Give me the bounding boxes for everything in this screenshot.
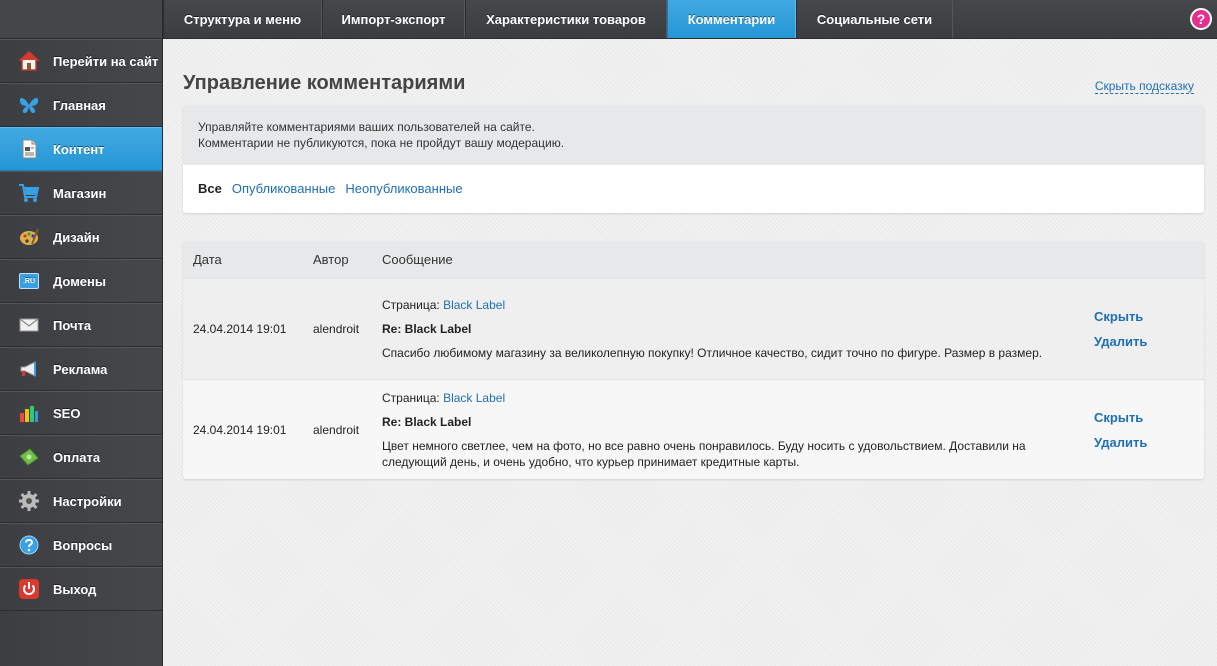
help-icon: ? — [1196, 11, 1206, 27]
comment-page-label: Страница: — [382, 298, 440, 312]
domain-icon: .RU — [18, 270, 40, 292]
sidebar-header — [0, 0, 162, 39]
sidebar-item-advertising[interactable]: Реклама — [0, 347, 162, 391]
sidebar-item-label: Магазин — [53, 185, 107, 201]
delete-comment-button[interactable]: Удалить — [1094, 435, 1204, 450]
tab-comments[interactable]: Комментарии — [667, 0, 796, 38]
sidebar-item-settings[interactable]: Настройки — [0, 479, 162, 523]
sidebar-item-mail[interactable]: Почта — [0, 303, 162, 347]
comment-author: alendroit — [313, 422, 360, 437]
sidebar-item-domains[interactable]: .RU Домены — [0, 259, 162, 303]
comment-message: Страница: Black Label Re: Black Label Сп… — [382, 297, 1094, 361]
column-header-date: Дата — [193, 252, 222, 267]
tab-structure-menu[interactable]: Структура и меню — [163, 0, 322, 38]
cart-icon — [18, 182, 40, 204]
top-navigation: Структура и меню Импорт-экспорт Характер… — [163, 0, 1217, 39]
tab-product-characteristics[interactable]: Характеристики товаров — [465, 0, 667, 38]
column-header-message: Сообщение — [382, 252, 453, 267]
help-button[interactable]: ? — [1190, 8, 1212, 30]
comment-actions: Скрыть Удалить — [1094, 309, 1204, 349]
comment-page-link[interactable]: Black Label — [443, 391, 505, 405]
sidebar-item-label: Реклама — [53, 361, 108, 377]
sidebar-item-payment[interactable]: Оплата — [0, 435, 162, 479]
comment-actions: Скрыть Удалить — [1094, 410, 1204, 450]
hint-text: Управляйте комментариями ваших пользоват… — [183, 105, 1204, 165]
sidebar-item-design[interactable]: Дизайн — [0, 215, 162, 259]
sidebar-item-content[interactable]: Контент — [0, 127, 162, 171]
tab-social-networks[interactable]: Социальные сети — [796, 0, 953, 38]
comment-title: Re: Black Label — [382, 322, 472, 336]
palette-icon — [18, 226, 40, 248]
hide-comment-button[interactable]: Скрыть — [1094, 410, 1204, 425]
page-title: Управление комментариями — [183, 72, 466, 94]
sidebar: Перейти на сайт Главная Контент Магазин … — [0, 0, 163, 666]
table-row: 24.04.2014 19:01 alendroit Страница: Bla… — [183, 278, 1204, 379]
main-content: Управление комментариями Скрыть подсказк… — [163, 39, 1217, 666]
sidebar-item-label: Главная — [53, 97, 106, 113]
hint-line: Комментарии не публикуются, пока не прой… — [198, 136, 565, 150]
sidebar-item-label: Контент — [53, 141, 105, 157]
sidebar-item-label: Домены — [53, 273, 106, 289]
filter-all[interactable]: Все — [198, 181, 222, 196]
table-row: 24.04.2014 19:01 alendroit Страница: Bla… — [183, 379, 1204, 479]
sidebar-item-go-to-site[interactable]: Перейти на сайт — [0, 39, 162, 83]
question-icon — [18, 534, 40, 556]
comment-filters: Все Опубликованные Неопубликованные — [183, 165, 1204, 212]
sidebar-item-logout[interactable]: Выход — [0, 567, 162, 611]
bars-icon — [18, 402, 40, 424]
sidebar-item-shop[interactable]: Магазин — [0, 171, 162, 215]
comment-date: 24.04.2014 19:01 — [193, 422, 287, 437]
comment-page: Страница: Black Label — [382, 390, 1080, 406]
hide-hint-link[interactable]: Скрыть подсказку — [1094, 79, 1194, 94]
tab-import-export[interactable]: Импорт-экспорт — [322, 0, 465, 38]
money-icon — [18, 446, 40, 468]
sidebar-item-label: SEO — [53, 405, 81, 421]
power-icon — [18, 578, 40, 600]
table-header: Дата Автор Сообщение — [183, 241, 1204, 278]
comment-text: Цвет немного светлее, чем на фото, но вс… — [382, 438, 1026, 469]
comment-page-link[interactable]: Black Label — [443, 298, 505, 312]
domain-icon-badge: .RU — [19, 273, 39, 289]
sidebar-item-label: Вопросы — [53, 537, 113, 553]
comment-page: Страница: Black Label — [382, 297, 1080, 313]
sidebar-item-label: Почта — [53, 317, 92, 333]
comment-page-label: Страница: — [382, 390, 440, 405]
comment-text: Спасибо любимому магазину за великолепну… — [382, 346, 1043, 360]
filter-published[interactable]: Опубликованные — [232, 181, 336, 196]
home-icon — [18, 50, 40, 72]
sidebar-item-questions[interactable]: Вопросы — [0, 523, 162, 567]
butterfly-icon — [18, 94, 40, 116]
column-header-author: Автор — [313, 252, 349, 267]
sidebar-item-label: Выход — [53, 581, 97, 597]
hint-line: Управляйте комментариями ваших пользоват… — [198, 120, 535, 134]
sidebar-item-main[interactable]: Главная — [0, 83, 162, 127]
sidebar-item-seo[interactable]: SEO — [0, 391, 162, 435]
hint-panel: Управляйте комментариями ваших пользоват… — [183, 105, 1204, 213]
comment-author: alendroit — [313, 322, 360, 336]
sidebar-item-label: Дизайн — [53, 229, 100, 245]
mail-icon — [18, 314, 40, 336]
gear-icon — [18, 490, 40, 512]
document-icon — [18, 138, 40, 160]
megaphone-icon — [18, 358, 40, 380]
comment-message: Страница: Black Label Re: Black Label Цв… — [382, 390, 1094, 470]
filter-unpublished[interactable]: Неопубликованные — [345, 181, 462, 196]
sidebar-item-label: Оплата — [53, 449, 101, 465]
hide-comment-button[interactable]: Скрыть — [1094, 309, 1204, 324]
delete-comment-button[interactable]: Удалить — [1094, 334, 1204, 349]
sidebar-item-label: Перейти на сайт — [53, 53, 159, 69]
comments-table: Дата Автор Сообщение 24.04.2014 19:01 al… — [183, 241, 1204, 479]
comment-date: 24.04.2014 19:01 — [193, 322, 287, 336]
comment-title: Re: Black Label — [382, 414, 472, 429]
sidebar-item-label: Настройки — [53, 493, 122, 509]
